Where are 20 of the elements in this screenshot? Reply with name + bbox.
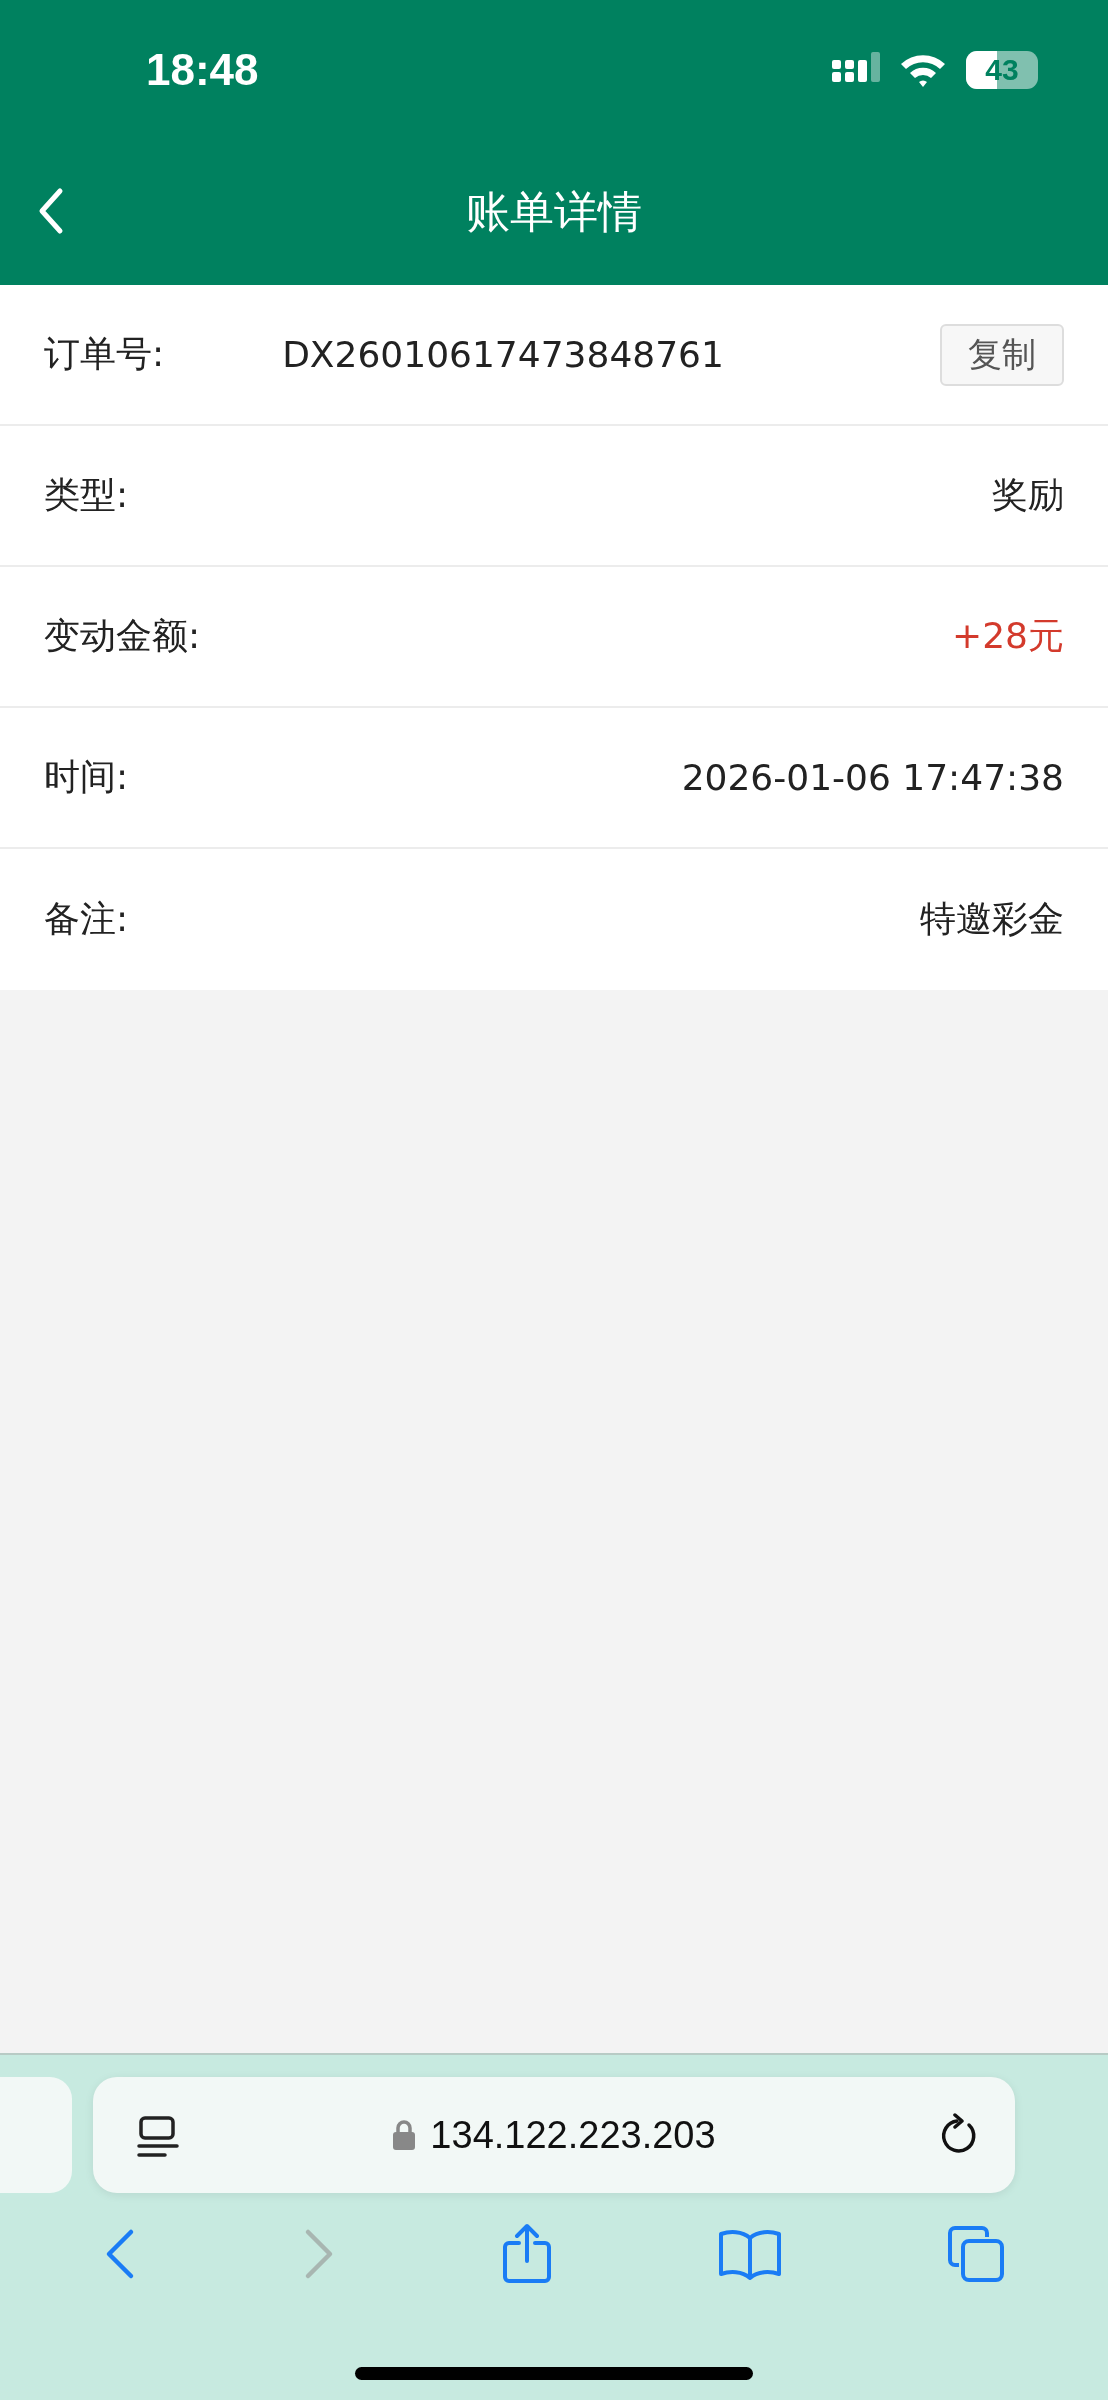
share-icon[interactable]: [500, 2223, 553, 2285]
book-icon[interactable]: [718, 2228, 783, 2280]
field-label: 时间:: [44, 755, 129, 799]
status-time: 18:48: [146, 45, 259, 95]
address-bar[interactable]: 134.122.223.203: [93, 2077, 1015, 2193]
order-number: DX26010617473848761: [282, 334, 725, 375]
field-label: 备注:: [44, 897, 129, 941]
reader-icon[interactable]: [137, 2115, 179, 2159]
field-value: 奖励: [992, 473, 1064, 517]
lock-icon: [392, 2119, 417, 2151]
page-title: 账单详情: [466, 185, 642, 239]
field-label: 变动金额:: [44, 614, 201, 658]
field-value: 特邀彩金: [920, 897, 1064, 941]
field-label: 订单号:: [44, 332, 165, 376]
field-label: 类型:: [44, 473, 129, 517]
url-text: 134.122.223.203: [430, 2113, 716, 2157]
field-value: 2026-01-06 17:47:38: [681, 757, 1064, 798]
copy-button[interactable]: 复制: [940, 323, 1064, 386]
amount-value: +28元: [952, 614, 1064, 658]
tabs-icon[interactable]: [947, 2225, 1006, 2283]
